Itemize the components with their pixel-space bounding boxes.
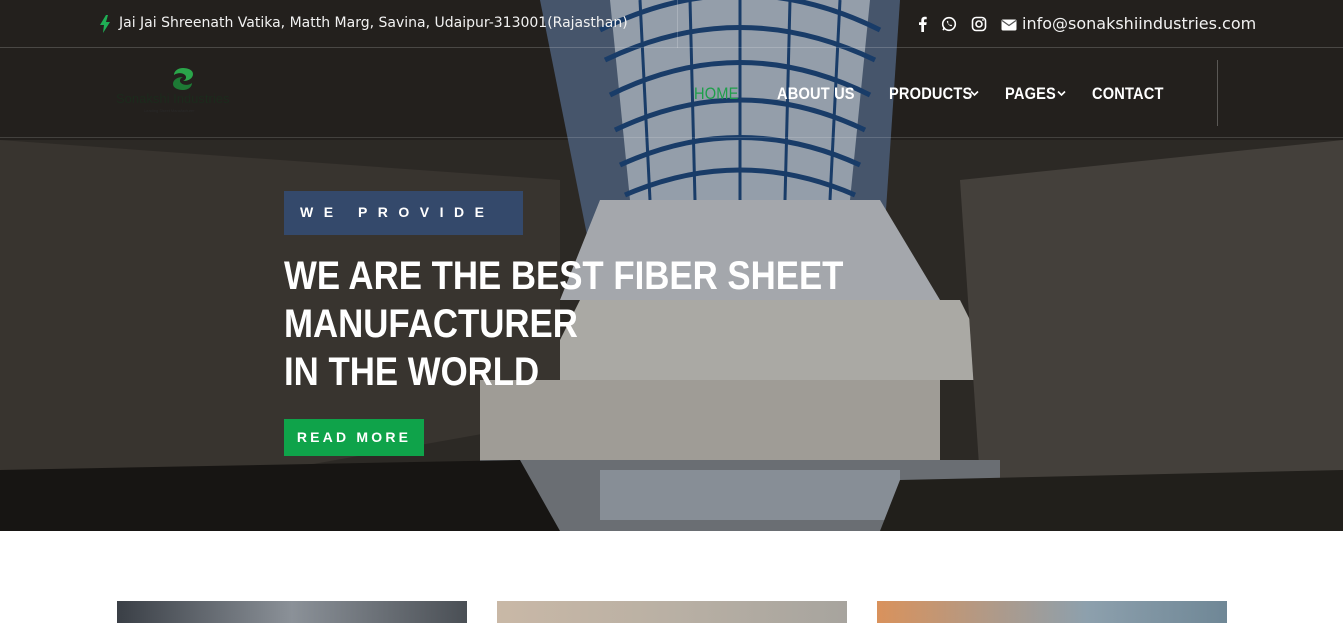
hero-headline-line-3: IN THE WORLD	[284, 350, 540, 394]
logo[interactable]: Sonakshi Industries Leading Sheet Manufa…	[116, 66, 256, 118]
card-image-2[interactable]	[497, 601, 847, 623]
nav-home[interactable]: HOME	[694, 84, 739, 104]
hero-headline-line-1: WE ARE THE BEST FIBER SHEET	[284, 254, 844, 298]
card-image-3[interactable]	[877, 601, 1227, 623]
instagram-icon[interactable]	[971, 16, 987, 32]
nav-pages[interactable]: PAGES	[1005, 84, 1056, 104]
hero-badge-label: WE PROVIDE	[300, 204, 495, 220]
feature-cards	[0, 531, 1343, 623]
logo-tagline: Leading Sheet Manufacturer	[144, 108, 195, 113]
hero-section: Jai Jai Shreenath Vatika, Matth Marg, Sa…	[0, 0, 1343, 531]
nav-contact[interactable]: CONTACT	[1092, 84, 1164, 104]
whatsapp-icon[interactable]	[941, 16, 957, 32]
nav-divider	[1217, 60, 1218, 126]
email-link[interactable]: info@sonakshiindustries.com	[1022, 14, 1256, 33]
nav-products[interactable]: PRODUCTS	[889, 84, 972, 104]
address-text: Jai Jai Shreenath Vatika, Matth Marg, Sa…	[119, 15, 628, 31]
logo-name: Sonakshi Industries	[116, 91, 230, 106]
top-bar: Jai Jai Shreenath Vatika, Matth Marg, Sa…	[0, 0, 1343, 48]
read-more-button[interactable]: READ MORE	[284, 419, 424, 456]
hero-badge: WE PROVIDE	[284, 191, 523, 235]
chevron-down-icon[interactable]	[970, 90, 979, 97]
chevron-down-icon[interactable]	[1057, 90, 1066, 97]
card-image-1[interactable]	[117, 601, 467, 623]
envelope-icon	[1001, 19, 1017, 31]
nav-about-us[interactable]: ABOUT US	[777, 84, 855, 104]
topbar-divider	[677, 0, 678, 48]
hero-headline-line-2: MANUFACTURER	[284, 302, 578, 346]
logo-mark-icon	[173, 68, 193, 90]
facebook-icon[interactable]	[915, 16, 931, 32]
bolt-icon	[100, 15, 110, 33]
hero-headline: WE ARE THE BEST FIBER SHEET MANUFACTURER…	[284, 252, 904, 396]
main-navbar: Sonakshi Industries Leading Sheet Manufa…	[0, 48, 1343, 138]
